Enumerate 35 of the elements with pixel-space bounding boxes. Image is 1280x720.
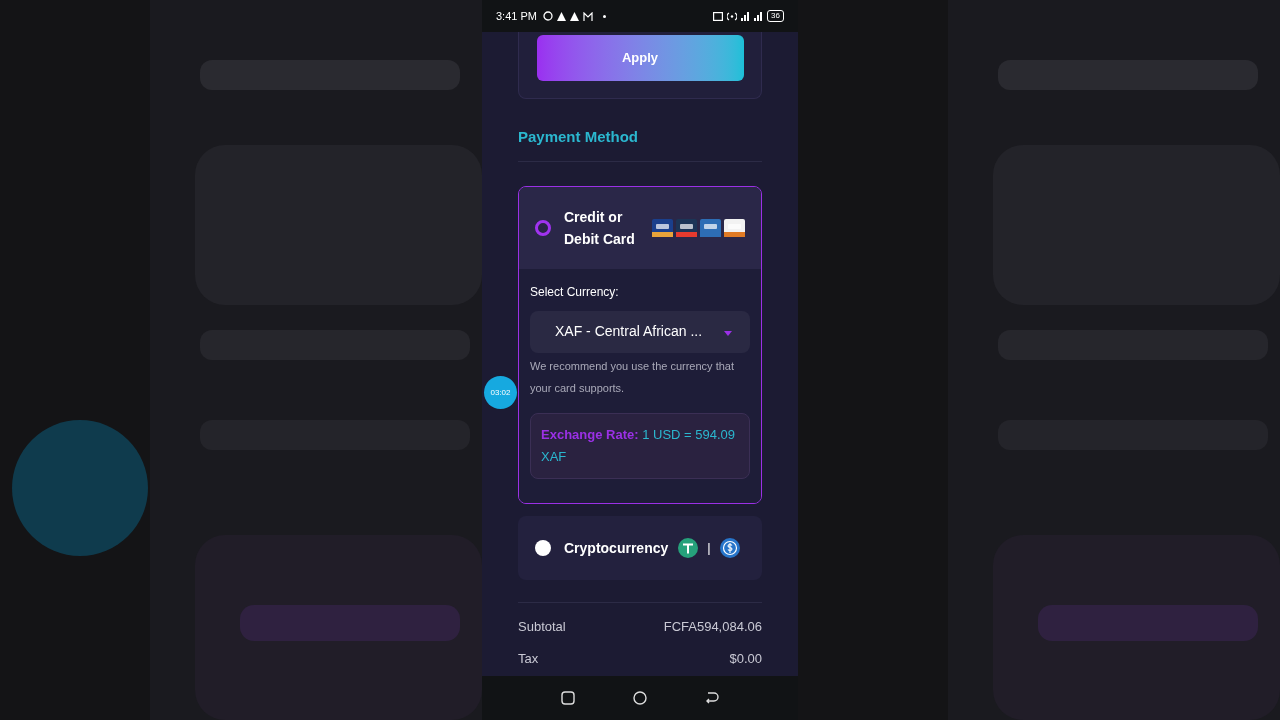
cast-icon [713, 11, 724, 21]
card-logo-icon [676, 218, 697, 237]
separator: | [707, 538, 711, 557]
field-label: Select Currency: [530, 283, 620, 301]
summary-label: Subtotal [518, 617, 566, 636]
method-label: Cryptocurrency [564, 538, 669, 558]
radio-button[interactable] [535, 539, 551, 556]
recent-apps-icon[interactable] [561, 691, 575, 705]
home-icon[interactable] [633, 691, 647, 705]
mail-icon [582, 11, 593, 21]
payment-option[interactable]: Cryptocurrency | [518, 515, 762, 580]
hotspot-icon [727, 11, 738, 21]
hint-text: We recommend you use the currency that your card supports. [530, 358, 735, 396]
signal-icon [741, 11, 751, 21]
method-label: Credit or Debit Card [564, 207, 636, 249]
battery-level: 36 [767, 10, 784, 22]
card-logo-icon [724, 218, 745, 237]
currency-select[interactable]: XAF - Central African ... [530, 310, 750, 353]
coin-icon [678, 537, 699, 558]
dollar-coin-icon [719, 537, 740, 558]
summary-label: Tax [518, 650, 539, 668]
summary-value: FCFA594,084.06 [663, 617, 762, 636]
dot-icon [602, 14, 606, 18]
exchange-rate-box: Exchange Rate: 1 USD = 594.09 XAF [530, 412, 750, 479]
caret-icon [724, 331, 732, 336]
chat-icon [542, 11, 553, 21]
card-logo-icon [700, 218, 721, 237]
radio-button[interactable] [535, 219, 551, 236]
payment-option[interactable]: Credit or Debit Card Select Currency: XAF - Central African ... We recommend you use the currency that your card supports. Exchange Rate: 1 USD = 594.09 XAF [518, 185, 762, 504]
back-icon[interactable] [705, 691, 719, 705]
card-logo-icon [652, 218, 673, 237]
status-time: 3:41 PM [496, 8, 537, 24]
summary-value: $0.00 [729, 650, 762, 668]
signal-icon [754, 11, 764, 21]
section-title: Payment Method [518, 127, 639, 147]
